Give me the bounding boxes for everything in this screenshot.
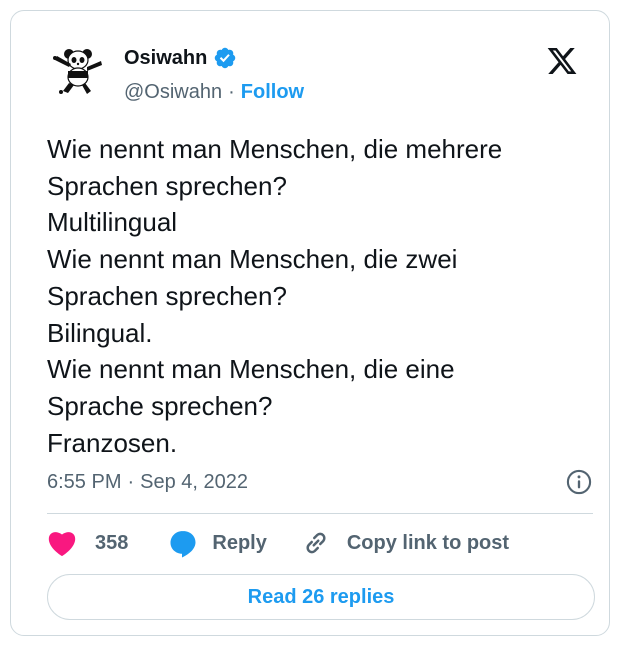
panda-avatar-image bbox=[49, 41, 109, 101]
tweet-line: Bilingual. bbox=[47, 317, 153, 348]
follow-button[interactable]: Follow bbox=[241, 81, 304, 104]
avatar[interactable] bbox=[49, 41, 109, 101]
verified-badge-icon bbox=[215, 47, 236, 69]
tweet-line: Multilingual bbox=[47, 207, 178, 238]
tweet-time: 6:55 PM bbox=[47, 470, 122, 493]
info-icon[interactable] bbox=[565, 468, 593, 496]
tweet-line: Sprachen sprechen? bbox=[47, 170, 287, 201]
user-handle[interactable]: @Osiwahn bbox=[124, 81, 222, 104]
divider bbox=[47, 513, 593, 514]
read-replies-button[interactable]: Read 26 replies bbox=[47, 574, 595, 620]
heart-icon bbox=[48, 532, 76, 557]
copy-link-button[interactable]: Copy link to post bbox=[301, 528, 509, 558]
name-row: Osiwahn bbox=[124, 45, 304, 71]
author-block: Osiwahn @Osiwahn · Follow bbox=[124, 45, 304, 105]
copy-link-label: Copy link to post bbox=[346, 531, 510, 554]
tweet-line: Wie nennt man Menschen, die eine bbox=[47, 354, 455, 385]
speech-bubble-icon bbox=[170, 531, 196, 558]
tweet-date: Sep 4, 2022 bbox=[140, 470, 249, 493]
tweet-line: Franzosen. bbox=[47, 427, 178, 458]
tweet-line: Sprachen sprechen? bbox=[47, 280, 287, 311]
like-button[interactable]: 358 bbox=[47, 529, 128, 557]
handle-separator: · bbox=[228, 80, 235, 103]
timestamp-row: 6:55 PM · Sep 4, 2022 bbox=[47, 467, 593, 497]
reply-label: Reply bbox=[212, 531, 267, 554]
link-icon bbox=[306, 532, 326, 554]
timestamp-separator: · bbox=[127, 470, 135, 493]
tweet-card: Osiwahn @Osiwahn · Follow Wie nennt man … bbox=[10, 10, 610, 636]
display-name[interactable]: Osiwahn bbox=[124, 47, 207, 70]
action-bar: 358 Reply Copy link to post bbox=[47, 525, 509, 561]
tweet-line: Wie nennt man Menschen, die zwei bbox=[47, 244, 458, 275]
tweet-line: Wie nennt man Menschen, die mehrere bbox=[47, 134, 503, 164]
tweet-text: Wie nennt man Menschen, die mehrere Spra… bbox=[47, 131, 587, 461]
read-replies-label: Read 26 replies bbox=[247, 585, 395, 608]
reply-button[interactable]: Reply bbox=[168, 528, 267, 558]
like-count: 358 bbox=[95, 531, 129, 554]
x-logo-icon[interactable] bbox=[545, 45, 579, 77]
handle-row: @Osiwahn · Follow bbox=[124, 79, 304, 105]
timestamp-link[interactable]: 6:55 PM · Sep 4, 2022 bbox=[47, 471, 248, 494]
tweet-line: Sprache sprechen? bbox=[47, 390, 273, 421]
